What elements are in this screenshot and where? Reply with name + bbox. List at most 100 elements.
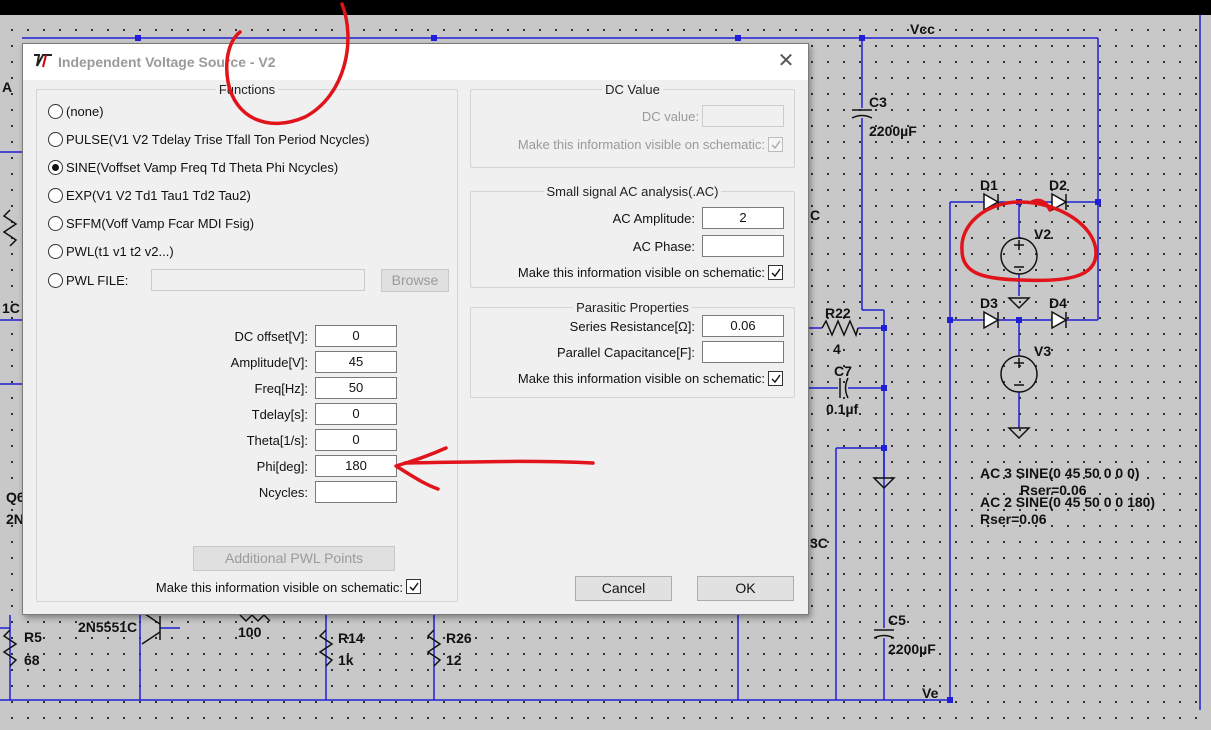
v2-label: V2: [1034, 226, 1052, 242]
ltspice-app-icon: [34, 54, 52, 68]
d1-label: D1: [980, 177, 998, 193]
dc-offset-label: DC offset[V]:: [234, 329, 308, 344]
r14-value: 1k: [338, 652, 354, 668]
dc-value-label: DC value:: [641, 109, 699, 124]
theta-label: Theta[1/s]:: [246, 433, 308, 448]
functions-visible-label: Make this information visible on schemat…: [155, 580, 403, 595]
fragment-c-label: C: [810, 207, 821, 223]
function-option-pwl-file[interactable]: PWL FILE:: [48, 270, 128, 290]
v3-spec: AC 3 SINE(0 45 50 0 0 0): [980, 465, 1140, 481]
ac-phase-input[interactable]: [702, 235, 784, 257]
close-icon[interactable]: ✕: [774, 50, 798, 74]
ac-visible-checkbox[interactable]: [768, 265, 783, 280]
ncycles-label: Ncycles:: [258, 485, 308, 500]
ac-visible-label: Make this information visible on schemat…: [517, 265, 765, 280]
function-option-label: EXP(V1 V2 Td1 Tau1 Td2 Tau2): [66, 187, 251, 203]
tdelay-input[interactable]: 0: [315, 403, 397, 425]
r26-label: R26: [446, 630, 472, 646]
ac-phase-label: AC Phase:: [632, 239, 695, 254]
additional-pwl-points-button[interactable]: Additional PWL Points: [193, 546, 395, 571]
c7-value: 0.1µf: [826, 401, 859, 417]
radio-sine[interactable]: [48, 159, 63, 175]
transistor-model-label: 2N5551C: [78, 619, 138, 635]
tdelay-label: Tdelay[s]:: [251, 407, 308, 422]
series-resistance-label: Series Resistance[Ω]:: [569, 319, 695, 334]
pwl-file-input[interactable]: [151, 269, 365, 291]
radio-exp[interactable]: [48, 187, 63, 203]
function-option-label: SFFM(Voff Vamp Fcar MDI Fsig): [66, 215, 255, 231]
function-option-label: (none): [66, 103, 104, 119]
fragment-3c-label: 3C: [810, 535, 828, 551]
c5-value: 2200µF: [888, 641, 936, 657]
vcc-net-label: Vcc: [910, 21, 935, 37]
function-option-label: PULSE(V1 V2 Tdelay Trise Tfall Ton Perio…: [66, 131, 370, 147]
c3-value: 2200µF: [869, 123, 917, 139]
v2-rser: Rser=0.06: [980, 511, 1047, 527]
fragment-a-label: A: [2, 79, 13, 95]
parasitic-visible-checkbox[interactable]: [768, 371, 783, 386]
function-option-exp[interactable]: EXP(V1 V2 Td1 Tau1 Td2 Tau2): [48, 185, 251, 205]
freq-label: Freq[Hz]:: [254, 381, 308, 396]
dc-value-input[interactable]: [702, 105, 784, 127]
ncycles-input[interactable]: [315, 481, 397, 503]
r5-label: R5: [24, 629, 42, 645]
v2-spec: AC 2 SINE(0 45 50 0 0 180): [980, 494, 1156, 510]
parallel-capacitance-label: Parallel Capacitance[F]:: [556, 345, 695, 360]
ve-net-label: Ve: [922, 685, 939, 701]
checkmark-icon: [409, 582, 419, 592]
radio-pulse[interactable]: [48, 131, 63, 147]
parallel-capacitance-input[interactable]: [702, 341, 784, 363]
r5-value: 68: [24, 652, 40, 668]
resistor-100-value: 100: [238, 624, 262, 640]
radio-pwl[interactable]: [48, 243, 63, 259]
radio-sffm[interactable]: [48, 215, 63, 231]
dc-offset-input[interactable]: 0: [315, 325, 397, 347]
ac-analysis-legend: Small signal AC analysis(.AC): [546, 184, 719, 199]
freq-input[interactable]: 50: [315, 377, 397, 399]
ac-amplitude-input[interactable]: 2: [702, 207, 784, 229]
checkmark-icon: [771, 268, 781, 278]
function-option-sffm[interactable]: SFFM(Voff Vamp Fcar MDI Fsig): [48, 213, 254, 233]
dialog-title: Independent Voltage Source - V2: [58, 54, 276, 70]
function-option-label: SINE(Voffset Vamp Freq Td Theta Phi Ncyc…: [66, 159, 339, 175]
dc-value-legend: DC Value: [605, 82, 660, 97]
phi-input[interactable]: 180: [315, 455, 397, 477]
function-option-pulse[interactable]: PULSE(V1 V2 Tdelay Trise Tfall Ton Perio…: [48, 129, 369, 149]
radio-pwl-file[interactable]: [48, 272, 63, 288]
voltage-source-dialog: Independent Voltage Source - V2 ✕ Functi…: [22, 43, 809, 615]
r14-label: R14: [338, 630, 364, 646]
ac-amplitude-label: AC Amplitude:: [612, 211, 695, 226]
checkmark-icon: [771, 374, 781, 384]
series-resistance-input[interactable]: 0.06: [702, 315, 784, 337]
dialog-titlebar[interactable]: Independent Voltage Source - V2 ✕: [23, 44, 808, 80]
function-option-sine[interactable]: SINE(Voffset Vamp Freq Td Theta Phi Ncyc…: [48, 157, 338, 177]
v3-label: V3: [1034, 343, 1052, 359]
amplitude-label: Amplitude[V]:: [230, 355, 308, 370]
functions-visible-checkbox[interactable]: [406, 579, 421, 594]
dc-visible-label: Make this information visible on schemat…: [517, 137, 765, 152]
function-option-none[interactable]: (none): [48, 101, 104, 121]
function-option-label: PWL FILE:: [66, 272, 129, 288]
function-option-label: PWL(t1 v1 t2 v2...): [66, 243, 174, 259]
phi-label: Phi[deg]:: [256, 459, 308, 474]
dc-visible-checkbox[interactable]: [768, 137, 783, 152]
r22-value: 4: [833, 341, 841, 357]
d4-label: D4: [1049, 295, 1067, 311]
radio-none[interactable]: [48, 103, 63, 119]
amplitude-input[interactable]: 45: [315, 351, 397, 373]
parasitic-legend: Parasitic Properties: [576, 300, 689, 315]
parasitic-visible-label: Make this information visible on schemat…: [517, 371, 765, 386]
r26-value: 12: [446, 652, 462, 668]
browse-button[interactable]: Browse: [381, 269, 449, 292]
theta-input[interactable]: 0: [315, 429, 397, 451]
fragment-1c-label: 1C: [2, 300, 20, 316]
cancel-button[interactable]: Cancel: [575, 576, 672, 601]
c3-label: C3: [869, 94, 887, 110]
d3-label: D3: [980, 295, 998, 311]
ok-button[interactable]: OK: [697, 576, 794, 601]
c5-label: C5: [888, 612, 906, 628]
d2-label: D2: [1049, 177, 1067, 193]
r22-label: R22: [825, 305, 851, 321]
c7-label: C7: [834, 363, 852, 379]
function-option-pwl[interactable]: PWL(t1 v1 t2 v2...): [48, 241, 174, 261]
